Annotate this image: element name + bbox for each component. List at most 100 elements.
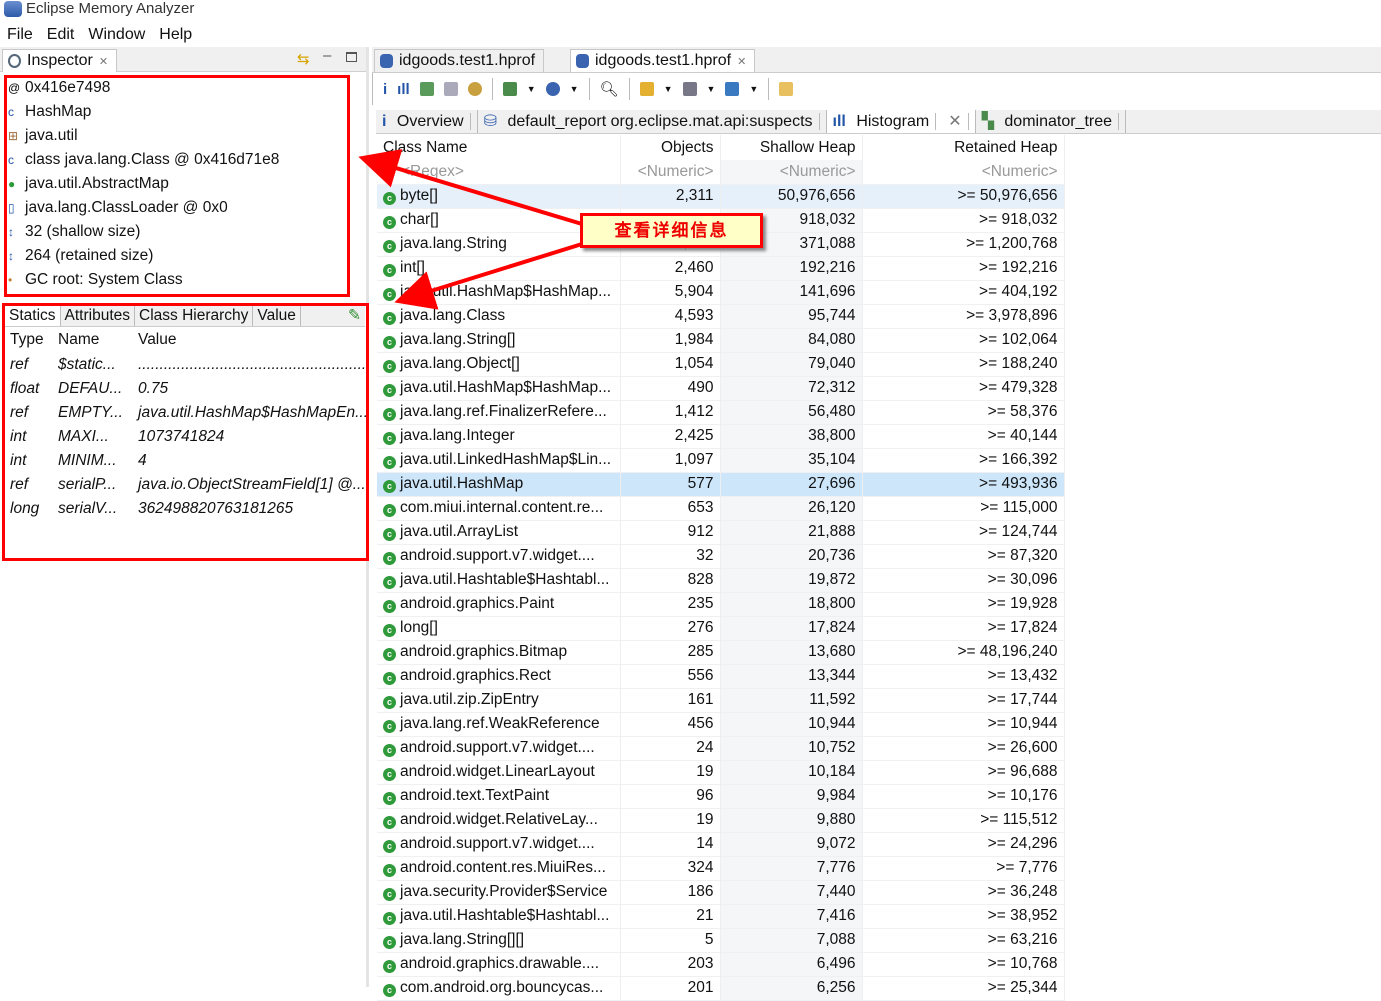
shallow-heap-cell: 11,592 bbox=[720, 688, 863, 713]
dropdown-icon[interactable]: ▼ bbox=[707, 84, 716, 94]
class-name-filter[interactable]: <Regex> bbox=[377, 160, 621, 185]
retained-heap-cell: >= 124,744 bbox=[862, 520, 1065, 545]
table-row[interactable]: c java.util.LinkedHashMap$Lin... 1,097 35,1… bbox=[377, 448, 1065, 473]
editor-tab[interactable]: idgoods.test1.hprof bbox=[374, 49, 545, 72]
reports-icon[interactable] bbox=[502, 82, 517, 96]
settings-icon[interactable] bbox=[467, 82, 482, 96]
menu-window[interactable]: Window bbox=[88, 24, 145, 46]
tab-dominator-tree[interactable]: ▚ dominator_tree bbox=[976, 110, 1127, 133]
table-row[interactable]: c android.text.TextPaint 96 9,984 >= 10,176 bbox=[377, 784, 1065, 809]
tab-histogram[interactable]: ıll Histogram ✕ bbox=[826, 110, 976, 133]
class-icon: c bbox=[383, 624, 396, 637]
class-icon: c bbox=[383, 192, 396, 205]
table-row[interactable]: c android.support.v7.widget.... 14 9,072 >= … bbox=[377, 832, 1065, 857]
table-row[interactable]: c java.lang.ref.WeakReference 456 10,944 >= … bbox=[377, 712, 1065, 737]
retained-heap-cell: >= 493,936 bbox=[862, 472, 1065, 497]
column-retained-heap[interactable]: Retained Heap bbox=[862, 135, 1065, 160]
table-row[interactable]: c android.content.res.MiuiRes... 324 7,776 >… bbox=[377, 856, 1065, 881]
info-icon[interactable]: i bbox=[383, 81, 387, 98]
objects-cell: 2,460 bbox=[620, 256, 721, 281]
table-row[interactable]: c com.miui.internal.content.re... 653 26,12… bbox=[377, 496, 1065, 521]
table-row[interactable]: c java.lang.Integer 2,425 38,800 >= 40,144 bbox=[377, 424, 1065, 449]
table-row[interactable]: c java.util.HashMap$HashMap... 5,904 141,69… bbox=[377, 280, 1065, 305]
table-row[interactable]: c long[] 276 17,824 >= 17,824 bbox=[377, 616, 1065, 641]
minimize-icon[interactable]: ‒ bbox=[323, 47, 331, 64]
editor-tab-active[interactable]: idgoods.test1.hprof ✕ bbox=[570, 49, 756, 72]
column-class-name[interactable]: Class Name bbox=[377, 135, 621, 160]
table-row[interactable]: c java.util.ArrayList 912 21,888 >= 124,744 bbox=[377, 520, 1065, 545]
table-row[interactable]: c android.graphics.Bitmap 285 13,680 >= 48,1… bbox=[377, 640, 1065, 665]
close-icon[interactable]: ✕ bbox=[99, 56, 108, 68]
retained-heap-cell: >= 10,176 bbox=[862, 784, 1065, 809]
table-row[interactable]: c java.util.HashMap$HashMap... 490 72,312 >=… bbox=[377, 376, 1065, 401]
table-row[interactable]: c android.graphics.Rect 556 13,344 >= 13,432 bbox=[377, 664, 1065, 689]
menu-edit[interactable]: Edit bbox=[47, 24, 75, 46]
table-row[interactable]: c java.util.zip.ZipEntry 161 11,592 >= 17,74… bbox=[377, 688, 1065, 713]
filter-row: <Regex> <Numeric> <Numeric> <Numeric> bbox=[377, 160, 1065, 185]
table-row[interactable]: c java.util.HashMap 577 27,696 >= 493,936 bbox=[377, 472, 1065, 497]
dropdown-icon[interactable]: ▼ bbox=[570, 84, 579, 94]
shallow-heap-cell: 95,744 bbox=[720, 304, 863, 329]
column-objects[interactable]: Objects bbox=[620, 135, 721, 160]
table-row[interactable]: c byte[] 2,311 50,976,656 >= 50,976,656 bbox=[377, 184, 1065, 209]
table-row[interactable]: c android.support.v7.widget.... 32 20,736 >=… bbox=[377, 544, 1065, 569]
retained-heap-cell: >= 7,776 bbox=[862, 856, 1065, 881]
table-row[interactable]: c android.widget.LinearLayout 19 10,184 >= 9… bbox=[377, 760, 1065, 785]
retained-heap-cell: >= 63,216 bbox=[862, 928, 1065, 953]
shallow-heap-cell: 7,440 bbox=[720, 880, 863, 905]
export-icon[interactable] bbox=[725, 82, 740, 96]
retained-heap-filter[interactable]: <Numeric> bbox=[862, 160, 1065, 185]
link-icon[interactable]: ⇆ bbox=[297, 50, 310, 68]
class-icon: c bbox=[383, 984, 396, 997]
objects-cell: 5 bbox=[620, 928, 721, 953]
compare-icon[interactable] bbox=[779, 82, 794, 96]
table-row[interactable]: c com.android.org.bouncycas... 201 6,256 >= … bbox=[377, 976, 1065, 1001]
table-row[interactable]: c java.lang.String[] 1,984 84,080 >= 102,064 bbox=[377, 328, 1065, 353]
close-icon[interactable]: ✕ bbox=[737, 56, 746, 68]
table-row[interactable]: c android.widget.RelativeLay... 19 9,880 >= … bbox=[377, 808, 1065, 833]
menu-file[interactable]: File bbox=[7, 24, 33, 46]
objects-cell: 1,412 bbox=[620, 400, 721, 425]
group-icon[interactable] bbox=[639, 82, 654, 96]
table-row[interactable]: c java.util.Hashtable$Hashtabl... 21 7,416 >… bbox=[377, 904, 1065, 929]
shallow-heap-filter[interactable]: <Numeric> bbox=[720, 160, 863, 185]
close-icon[interactable]: ✕ bbox=[942, 113, 969, 130]
objects-cell: 324 bbox=[620, 856, 721, 881]
tab-inspector[interactable]: Inspector ✕ bbox=[2, 49, 118, 72]
table-row[interactable]: c java.lang.Object[] 1,054 79,040 >= 188,240 bbox=[377, 352, 1065, 377]
histogram-icon[interactable]: ıll bbox=[397, 81, 410, 98]
class-name-cell: c java.lang.String[][] bbox=[377, 928, 621, 953]
shallow-heap-cell: 9,880 bbox=[720, 808, 863, 833]
objects-filter[interactable]: <Numeric> bbox=[620, 160, 721, 185]
column-shallow-heap[interactable]: Shallow Heap bbox=[720, 135, 863, 160]
dominator-tree-icon[interactable] bbox=[419, 82, 434, 96]
query-icon[interactable] bbox=[545, 82, 560, 96]
class-icon: c bbox=[383, 600, 396, 613]
class-icon: c bbox=[383, 672, 396, 685]
class-icon: c bbox=[383, 696, 396, 709]
shallow-heap-cell: 79,040 bbox=[720, 352, 863, 377]
dropdown-icon[interactable]: ▼ bbox=[664, 84, 673, 94]
table-row[interactable]: c java.util.Hashtable$Hashtabl... 828 19,87… bbox=[377, 568, 1065, 593]
shallow-heap-cell: 27,696 bbox=[720, 472, 863, 497]
table-row[interactable]: c java.lang.String[][] 5 7,088 >= 63,216 bbox=[377, 928, 1065, 953]
class-icon: c bbox=[383, 648, 396, 661]
toolbar: i ıll ▼ ▼ 🔍︎ ▼ ▼ ▼ bbox=[372, 73, 1381, 105]
tab-default-report[interactable]: ⛁ default_report org.eclipse.mat.api:sus… bbox=[478, 110, 827, 133]
editor-area: idgoods.test1.hprof idgoods.test1.hprof ✕… bbox=[372, 47, 1381, 1001]
search-icon[interactable]: 🔍︎ bbox=[600, 80, 619, 98]
table-row[interactable]: c android.graphics.Paint 235 18,800 >= 19,92… bbox=[377, 592, 1065, 617]
oql-icon[interactable] bbox=[443, 82, 458, 96]
maximize-icon[interactable] bbox=[346, 52, 357, 62]
table-row[interactable]: c int[] 2,460 192,216 >= 192,216 bbox=[377, 256, 1065, 281]
dropdown-icon[interactable]: ▼ bbox=[527, 84, 536, 94]
table-row[interactable]: c java.lang.Class 4,593 95,744 >= 3,978,896 bbox=[377, 304, 1065, 329]
menu-help[interactable]: Help bbox=[159, 24, 192, 46]
table-row[interactable]: c android.graphics.drawable.... 203 6,496 >=… bbox=[377, 952, 1065, 977]
calculator-icon[interactable] bbox=[682, 82, 697, 96]
table-row[interactable]: c java.lang.ref.FinalizerRefere... 1,412 56… bbox=[377, 400, 1065, 425]
table-row[interactable]: c java.security.Provider$Service 186 7,440 >… bbox=[377, 880, 1065, 905]
dropdown-icon[interactable]: ▼ bbox=[749, 84, 758, 94]
tab-overview[interactable]: i Overview bbox=[376, 110, 478, 133]
table-row[interactable]: c android.support.v7.widget.... 24 10,752 >=… bbox=[377, 736, 1065, 761]
